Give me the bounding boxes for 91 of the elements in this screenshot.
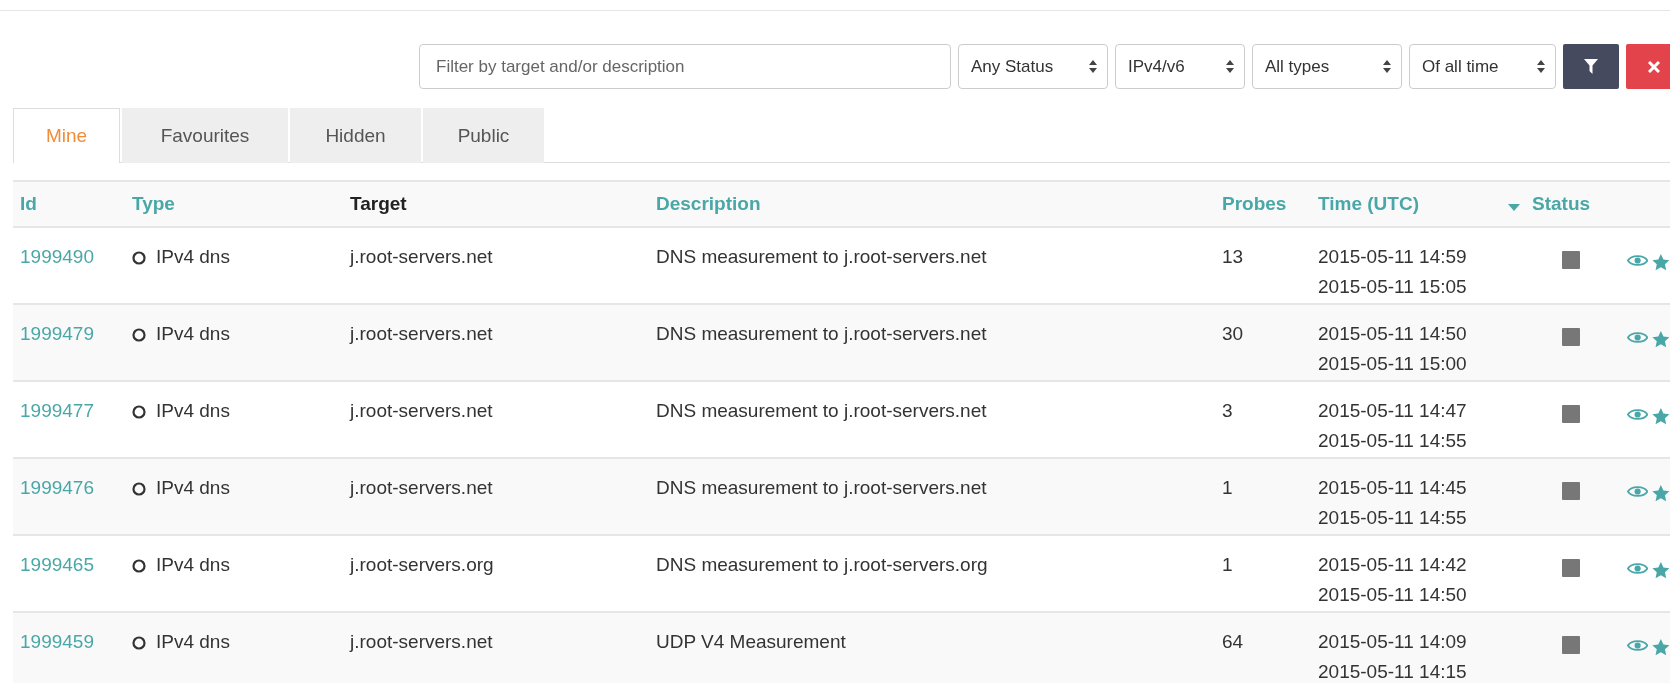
column-header[interactable]: Status xyxy=(1532,193,1591,215)
tab[interactable]: Mine xyxy=(13,108,120,163)
measurement-id-link[interactable]: 1999465 xyxy=(13,540,125,611)
start-time: 2015-05-11 14:09 xyxy=(1318,630,1468,654)
target-text: j.root-servers.net xyxy=(348,476,494,500)
description-text: DNS measurement to j.root-servers.net xyxy=(655,476,988,500)
type-text: IPv4 dns xyxy=(156,399,230,423)
select-arrows-icon xyxy=(1383,60,1391,73)
select-dropdown[interactable]: Any Status xyxy=(958,44,1108,89)
probes-count: 1 xyxy=(1221,553,1234,577)
column-header: Target xyxy=(350,193,407,215)
probes-count: 13 xyxy=(1221,245,1245,269)
eye-icon[interactable] xyxy=(1627,484,1649,499)
column-header[interactable]: Type xyxy=(132,193,175,215)
description-text: DNS measurement to j.root-servers.net xyxy=(655,399,988,423)
stop-time: 2015-05-11 14:55 xyxy=(1318,506,1468,530)
star-icon[interactable] xyxy=(1652,407,1670,426)
target-text: j.root-servers.net xyxy=(348,245,494,269)
target-text: j.root-servers.net xyxy=(348,322,494,346)
stop-time: 2015-05-11 15:00 xyxy=(1318,352,1468,376)
circle-icon xyxy=(132,559,146,573)
close-icon xyxy=(1648,60,1660,73)
eye-icon[interactable] xyxy=(1627,407,1649,422)
stop-time: 2015-05-11 14:50 xyxy=(1318,583,1468,607)
description-text: DNS measurement to j.root-servers.net xyxy=(655,322,988,346)
select-dropdown[interactable]: All types xyxy=(1252,44,1402,89)
type-text: IPv4 dns xyxy=(156,553,230,577)
measurement-id-link[interactable]: 1999477 xyxy=(13,386,125,457)
circle-icon xyxy=(132,482,146,496)
start-time: 2015-05-11 14:59 xyxy=(1318,245,1468,269)
column-header[interactable]: Probes xyxy=(1222,193,1287,215)
probes-count: 64 xyxy=(1221,630,1245,654)
circle-icon xyxy=(132,328,146,342)
target-text: j.root-servers.net xyxy=(348,399,494,423)
type-text: IPv4 dns xyxy=(156,245,230,269)
measurement-id-link[interactable]: 1999490 xyxy=(13,232,125,303)
star-icon[interactable] xyxy=(1652,330,1670,349)
star-icon[interactable] xyxy=(1652,253,1670,272)
star-icon[interactable] xyxy=(1652,561,1670,580)
circle-icon xyxy=(132,405,146,419)
stop-time: 2015-05-11 15:05 xyxy=(1318,275,1468,299)
eye-icon[interactable] xyxy=(1627,330,1649,345)
search-field[interactable]: Filter by target and/or description xyxy=(419,44,951,89)
tab[interactable]: Favourites xyxy=(122,108,288,163)
filter-button[interactable] xyxy=(1563,44,1619,89)
start-time: 2015-05-11 14:50 xyxy=(1318,322,1468,346)
funnel-icon xyxy=(1584,59,1598,74)
measurement-id-link[interactable]: 1999479 xyxy=(13,309,125,380)
star-icon[interactable] xyxy=(1652,484,1670,503)
start-time: 2015-05-11 14:47 xyxy=(1318,399,1468,423)
eye-icon[interactable] xyxy=(1627,561,1649,576)
eye-icon[interactable] xyxy=(1627,638,1649,653)
start-time: 2015-05-11 14:42 xyxy=(1318,553,1468,577)
sort-caret-icon[interactable] xyxy=(1508,203,1520,211)
stopped-status-icon xyxy=(1562,251,1580,269)
clear-button[interactable] xyxy=(1626,44,1670,89)
probes-count: 3 xyxy=(1221,399,1234,423)
target-text: j.root-servers.net xyxy=(348,630,494,654)
type-text: IPv4 dns xyxy=(156,322,230,346)
description-text: DNS measurement to j.root-servers.net xyxy=(655,245,988,269)
description-text: DNS measurement to j.root-servers.org xyxy=(655,553,989,577)
stopped-status-icon xyxy=(1562,482,1580,500)
tab[interactable]: Hidden xyxy=(290,108,421,163)
select-arrows-icon xyxy=(1537,60,1545,73)
measurement-id-link[interactable]: 1999476 xyxy=(13,463,125,534)
type-text: IPv4 dns xyxy=(156,630,230,654)
start-time: 2015-05-11 14:45 xyxy=(1318,476,1468,500)
select-dropdown[interactable]: IPv4/v6 xyxy=(1115,44,1245,89)
description-text: UDP V4 Measurement xyxy=(655,630,847,654)
select-arrows-icon xyxy=(1226,60,1234,73)
stopped-status-icon xyxy=(1562,636,1580,654)
stopped-status-icon xyxy=(1562,559,1580,577)
target-text: j.root-servers.org xyxy=(348,553,495,577)
probes-count: 30 xyxy=(1221,322,1245,346)
measurement-id-link[interactable]: 1999459 xyxy=(13,617,125,683)
stop-time: 2015-05-11 14:55 xyxy=(1318,429,1468,453)
star-icon[interactable] xyxy=(1652,638,1670,657)
eye-icon[interactable] xyxy=(1627,253,1649,268)
column-header[interactable]: Description xyxy=(656,193,761,215)
select-dropdown[interactable]: Of all time xyxy=(1409,44,1556,89)
type-text: IPv4 dns xyxy=(156,476,230,500)
circle-icon xyxy=(132,636,146,650)
stopped-status-icon xyxy=(1562,328,1580,346)
column-header[interactable]: Time (UTC) xyxy=(1318,193,1419,215)
stopped-status-icon xyxy=(1562,405,1580,423)
circle-icon xyxy=(132,251,146,265)
stop-time: 2015-05-11 14:15 xyxy=(1318,660,1468,683)
column-header[interactable]: Id xyxy=(20,193,37,215)
select-arrows-icon xyxy=(1089,60,1097,73)
tab[interactable]: Public xyxy=(423,108,544,163)
probes-count: 1 xyxy=(1221,476,1234,500)
